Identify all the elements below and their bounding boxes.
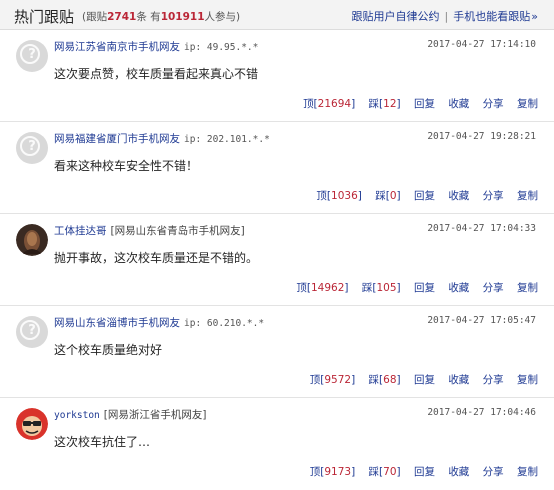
rules-link[interactable]: 跟贴用户自律公约 <box>352 10 440 23</box>
stats-mid: 条 有 <box>136 11 161 23</box>
copy-button[interactable]: 复制 <box>517 98 538 110</box>
downvote-count: 12 <box>383 98 397 110</box>
upvote-button[interactable]: 顶[1036] <box>316 190 361 202</box>
share-button[interactable]: 分享 <box>483 190 504 202</box>
reply-button[interactable]: 回复 <box>414 98 435 110</box>
collect-button[interactable]: 收藏 <box>448 190 469 202</box>
comment-content: 这次校车抗住了… <box>54 435 151 449</box>
collect-button[interactable]: 收藏 <box>448 98 469 110</box>
comment-time: 2017-04-27 17:04:46 <box>427 407 536 418</box>
comment-item: ? 网易福建省厦门市手机网友 ip: 202.101.*.* 2017-04-27… <box>0 122 554 214</box>
copy-button[interactable]: 复制 <box>517 374 538 386</box>
downvote-button[interactable]: 踩[12] <box>369 98 401 110</box>
comment-actions: 顶[21694] 踩[12] 回复 收藏 分享 复制 <box>293 96 538 111</box>
comment-list: ? 网易江苏省南京市手机网友 ip: 49.95.*.* 2017-04-27 1… <box>0 30 554 490</box>
downvote-count: 0 <box>389 190 397 202</box>
upvote-count: 21694 <box>317 98 352 110</box>
downvote-count: 105 <box>376 282 397 294</box>
copy-button[interactable]: 复制 <box>517 282 538 294</box>
upvote-count: 9572 <box>324 374 352 386</box>
stats-suffix: 人参与) <box>204 11 241 23</box>
comment-stats: (跟贴2741条 有101911人参与) <box>82 9 240 24</box>
comment-time: 2017-04-27 17:05:47 <box>427 315 536 326</box>
header-links: 跟贴用户自律公约 | 手机也能看跟贴» <box>352 8 538 24</box>
share-button[interactable]: 分享 <box>483 282 504 294</box>
copy-button[interactable]: 复制 <box>517 190 538 202</box>
comment-time: 2017-04-27 19:28:21 <box>427 131 536 142</box>
collect-button[interactable]: 收藏 <box>448 282 469 294</box>
upvote-button[interactable]: 顶[21694] <box>303 98 355 110</box>
comment-time: 2017-04-27 17:04:33 <box>427 223 536 234</box>
upvote-button[interactable]: 顶[9173] <box>310 466 355 478</box>
collect-button[interactable]: 收藏 <box>448 374 469 386</box>
downvote-button[interactable]: 踩[0] <box>375 190 400 202</box>
upvote-button[interactable]: 顶[9572] <box>310 374 355 386</box>
ip-address: ip: 49.95.*.* <box>184 42 259 53</box>
user-location: [网易浙江省手机网友] <box>103 409 207 421</box>
comment-actions: 顶[9173] 踩[70] 回复 收藏 分享 复制 <box>300 464 538 479</box>
comment-meta: 网易山东省淄博市手机网友 ip: 60.210.*.* <box>54 315 264 330</box>
comment-content: 这个校车质量绝对好 <box>54 343 163 357</box>
default-avatar-icon[interactable]: ? <box>16 316 48 348</box>
comment-item: 工体挂达哥 [网易山东省青岛市手机网友] 2017-04-27 17:04:33 … <box>0 214 554 306</box>
reply-button[interactable]: 回复 <box>414 190 435 202</box>
section-title: 热门跟贴 <box>14 8 75 26</box>
comment-meta: 工体挂达哥 [网易山东省青岛市手机网友] <box>54 223 245 238</box>
username-link[interactable]: 网易山东省淄博市手机网友 <box>54 317 180 329</box>
ip-address: ip: 60.210.*.* <box>184 318 265 329</box>
comment-meta: yorkston [网易浙江省手机网友] <box>54 407 206 422</box>
mobile-link[interactable]: 手机也能看跟贴 <box>453 10 530 23</box>
copy-button[interactable]: 复制 <box>517 466 538 478</box>
default-avatar-icon[interactable]: ? <box>16 132 48 164</box>
upvote-count: 1036 <box>331 190 358 202</box>
comment-item: ? 网易山东省淄博市手机网友 ip: 60.210.*.* 2017-04-27 … <box>0 306 554 398</box>
username-link[interactable]: 网易福建省厦门市手机网友 <box>54 133 180 145</box>
cartoon-avatar-icon[interactable] <box>16 408 48 440</box>
share-button[interactable]: 分享 <box>483 98 504 110</box>
comment-actions: 顶[9572] 踩[68] 回复 收藏 分享 复制 <box>300 372 538 387</box>
downvote-button[interactable]: 踩[70] <box>369 466 401 478</box>
comment-item: yorkston [网易浙江省手机网友] 2017-04-27 17:04:46 … <box>0 398 554 490</box>
comment-time: 2017-04-27 17:14:10 <box>427 39 536 50</box>
comment-content: 抛开事故，这次校车质量还是不错的。 <box>54 251 259 265</box>
stats-prefix: (跟贴 <box>82 11 108 23</box>
upvote-count: 9173 <box>324 466 352 478</box>
comment-meta: 网易江苏省南京市手机网友 ip: 49.95.*.* <box>54 39 258 54</box>
upvote-count: 14962 <box>311 282 345 294</box>
reply-button[interactable]: 回复 <box>414 282 435 294</box>
comment-content: 看来这种校车安全性不错！ <box>54 159 199 173</box>
comment-count: 2741 <box>107 11 137 23</box>
share-button[interactable]: 分享 <box>483 466 504 478</box>
downvote-button[interactable]: 踩[105] <box>362 282 401 294</box>
username-link[interactable]: 工体挂达哥 <box>54 225 107 237</box>
collect-button[interactable]: 收藏 <box>448 466 469 478</box>
comment-content: 这次要点赞，校车质量看起来真心不错 <box>54 67 259 81</box>
comment-actions: 顶[1036] 踩[0] 回复 收藏 分享 复制 <box>306 188 538 203</box>
comment-actions: 顶[14962] 踩[105] 回复 收藏 分享 复制 <box>286 280 538 295</box>
comment-meta: 网易福建省厦门市手机网友 ip: 202.101.*.* <box>54 131 270 146</box>
photo-avatar-icon[interactable] <box>16 224 48 256</box>
comment-item: ? 网易江苏省南京市手机网友 ip: 49.95.*.* 2017-04-27 1… <box>0 30 554 122</box>
user-location: [网易山东省青岛市手机网友] <box>110 225 245 237</box>
reply-button[interactable]: 回复 <box>414 374 435 386</box>
downvote-count: 68 <box>383 374 397 386</box>
ip-address: ip: 202.101.*.* <box>184 134 270 145</box>
share-button[interactable]: 分享 <box>483 374 504 386</box>
reply-button[interactable]: 回复 <box>414 466 435 478</box>
participant-count: 101911 <box>160 11 205 23</box>
default-avatar-icon[interactable]: ? <box>16 40 48 72</box>
upvote-button[interactable]: 顶[14962] <box>296 282 348 294</box>
chevron-right-icon: » <box>531 10 538 23</box>
downvote-button[interactable]: 踩[68] <box>369 374 401 386</box>
username-link[interactable]: 网易江苏省南京市手机网友 <box>54 41 180 53</box>
downvote-count: 70 <box>383 466 397 478</box>
link-separator: | <box>444 10 449 23</box>
username-link[interactable]: yorkston <box>54 410 100 421</box>
hot-comments-header: 热门跟贴 (跟贴2741条 有101911人参与) 跟贴用户自律公约 | 手机也能看… <box>0 0 554 30</box>
